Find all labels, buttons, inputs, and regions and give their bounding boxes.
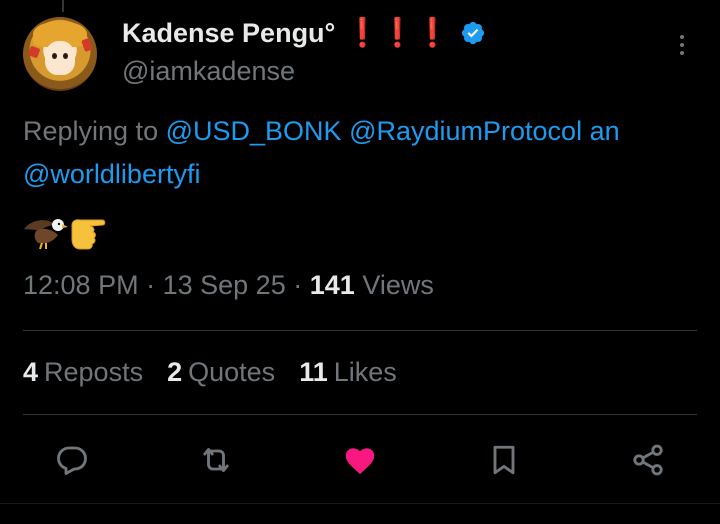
views-label[interactable]: Views xyxy=(362,270,434,300)
quotes-label: Quotes xyxy=(188,357,276,387)
avatar-eye xyxy=(52,53,57,59)
likes-stat[interactable]: 11 Likes xyxy=(299,357,397,388)
verified-badge-icon[interactable] xyxy=(460,20,486,46)
reply-icon xyxy=(57,446,87,475)
bottom-edge xyxy=(0,503,720,524)
engagement-stats: 4 Reposts 2 Quotes 11 Likes xyxy=(23,357,397,388)
author-handle[interactable]: @iamkadense xyxy=(122,56,295,87)
meta-separator: · xyxy=(293,270,303,300)
replying-prefix: Replying to xyxy=(23,116,159,146)
backhand-index-pointing-right-emoji-icon xyxy=(71,219,106,250)
bookmark-icon xyxy=(493,445,515,475)
mention-link[interactable]: @RaydiumProtocol xyxy=(349,116,582,146)
reply-button[interactable] xyxy=(50,438,94,482)
share-icon xyxy=(633,444,663,476)
more-options-icon[interactable] xyxy=(672,30,692,60)
quotes-stat[interactable]: 2 Quotes xyxy=(167,357,275,388)
share-button[interactable] xyxy=(626,438,670,482)
eagle-emoji-icon xyxy=(24,219,68,250)
avatar[interactable] xyxy=(23,17,97,91)
like-button[interactable] xyxy=(338,438,382,482)
reposts-label: Reposts xyxy=(44,357,144,387)
views-count[interactable]: 141 xyxy=(310,270,355,300)
mention-link[interactable]: @worldlibertyfi xyxy=(23,159,200,189)
meta-separator: · xyxy=(146,270,156,300)
tweet-meta: 12:08 PM · 13 Sep 25 · 141 Views xyxy=(23,270,434,301)
name-emojis: ❗❗❗ xyxy=(345,17,450,48)
likes-count: 11 xyxy=(299,357,328,387)
tweet-time[interactable]: 12:08 PM xyxy=(23,270,139,300)
avatar-mark xyxy=(27,45,41,59)
reposts-count: 4 xyxy=(23,357,39,387)
likes-label: Likes xyxy=(333,357,397,387)
author-display-name[interactable]: Kadense Pengu° xyxy=(122,18,335,49)
divider xyxy=(23,330,697,331)
avatar-mark xyxy=(81,37,93,53)
quotes-count: 2 xyxy=(167,357,183,387)
author-name-row: Kadense Pengu° ❗❗❗ xyxy=(122,16,486,50)
mention-link-truncated[interactable]: an xyxy=(590,116,620,146)
repost-icon xyxy=(203,448,229,472)
tweet-body xyxy=(22,208,110,254)
divider xyxy=(23,414,697,415)
tweet-date[interactable]: 13 Sep 25 xyxy=(163,270,286,300)
thread-connector-line xyxy=(62,0,64,12)
action-bar xyxy=(0,438,720,482)
avatar-face xyxy=(45,41,75,75)
mention-link[interactable]: @USD_BONK xyxy=(166,116,342,146)
repost-button[interactable] xyxy=(194,438,238,482)
bookmark-button[interactable] xyxy=(482,438,526,482)
avatar-eye xyxy=(63,53,68,59)
reposts-stat[interactable]: 4 Reposts xyxy=(23,357,143,388)
replying-to-line: Replying to @USD_BONK @RaydiumProtocol a… xyxy=(23,110,720,196)
heart-filled-icon xyxy=(345,448,375,475)
